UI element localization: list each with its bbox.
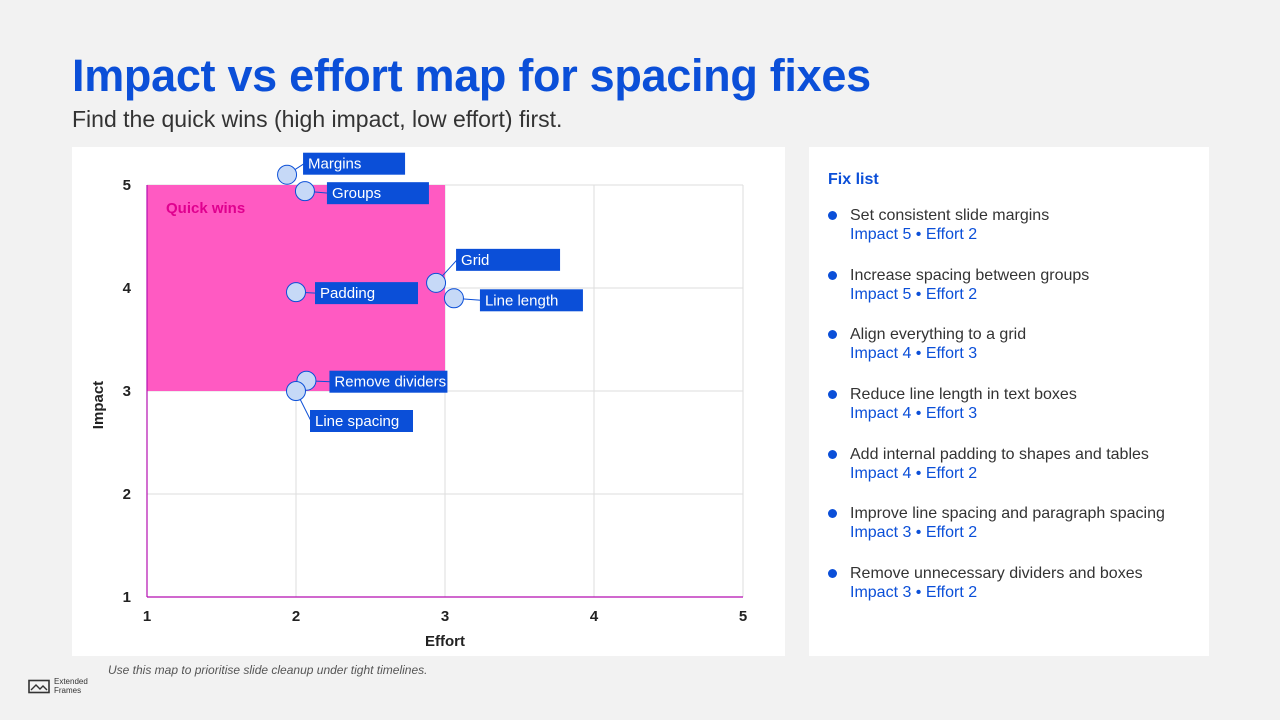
scatter-point — [443, 288, 464, 309]
bullet-icon — [828, 449, 837, 459]
x-tick-label: 5 — [739, 608, 747, 625]
logo: Extended Frames — [28, 677, 88, 695]
point-label: Grid — [461, 252, 489, 269]
bullet-icon — [828, 270, 837, 280]
fix-list: Set consistent slide margins Impact 5 • … — [828, 206, 1198, 624]
x-tick-label: 3 — [441, 608, 449, 625]
y-tick-label: 1 — [123, 589, 131, 606]
x-axis-title: Effort — [425, 633, 465, 650]
frames-logo-icon — [28, 679, 50, 693]
scatter-point — [286, 381, 306, 401]
impact-effort-chart: Quick wins 1 2 3 4 5 1 2 3 4 5 Effort Impact Margins G… — [90, 152, 747, 650]
list-item: Increase spacing between groups Impact 5… — [828, 266, 1198, 326]
fix-text: Increase spacing between groups — [850, 266, 1090, 284]
logo-line-1: Extended — [54, 677, 88, 686]
logo-text: Extended Frames — [54, 677, 88, 695]
point-label: Line length — [485, 292, 558, 309]
fix-meta: Impact 5 • Effort 2 — [850, 285, 978, 303]
point-label: Groups — [332, 185, 381, 202]
point-label: Remove dividers — [334, 374, 446, 391]
y-axis-title: Impact — [90, 381, 107, 429]
fix-text: Align everything to a grid — [850, 326, 1027, 344]
y-tick-label: 3 — [123, 383, 131, 400]
quick-wins-label: Quick wins — [166, 200, 245, 217]
x-tick-label: 2 — [292, 608, 300, 625]
logo-line-2: Frames — [54, 686, 82, 695]
page-title: Impact vs effort map for spacing fixes — [72, 50, 871, 101]
fix-text: Improve line spacing and paragraph spaci… — [850, 505, 1165, 523]
fix-meta: Impact 4 • Effort 2 — [850, 464, 978, 482]
footnote: Use this map to prioritise slide cleanup… — [108, 663, 428, 677]
bullet-icon — [828, 390, 837, 400]
scatter-point — [277, 164, 298, 185]
point-label: Margins — [308, 156, 361, 173]
fix-meta: Impact 5 • Effort 2 — [850, 226, 978, 243]
x-tick-label: 4 — [590, 608, 599, 625]
y-tick-label: 2 — [123, 486, 131, 503]
list-item: Align everything to a grid Impact 4 • Ef… — [828, 325, 1198, 385]
bullet-icon — [828, 211, 837, 220]
bullet-icon — [828, 330, 837, 340]
list-item: Add internal padding to shapes and table… — [828, 445, 1198, 505]
list-item: Remove unnecessary dividers and boxes Im… — [828, 564, 1198, 624]
bullet-icon — [828, 509, 837, 519]
list-item: Set consistent slide margins Impact 5 • … — [828, 206, 1198, 266]
fix-list-card: Fix list Set consistent slide margins Im… — [809, 147, 1209, 656]
point-label: Padding — [320, 285, 375, 302]
page-subtitle: Find the quick wins (high impact, low ef… — [72, 106, 563, 132]
scatter-point — [294, 181, 315, 202]
y-tick-label: 4 — [123, 280, 132, 297]
scatter-point — [426, 272, 447, 293]
scatter-point — [286, 282, 306, 303]
fix-meta: Impact 4 • Effort 3 — [850, 345, 978, 363]
fix-text: Set consistent slide margins — [850, 207, 1050, 224]
x-tick-label: 1 — [143, 608, 151, 625]
list-item: Improve line spacing and paragraph spaci… — [828, 504, 1198, 564]
fix-meta: Impact 3 • Effort 2 — [850, 584, 978, 602]
fix-list-heading: Fix list — [828, 171, 879, 188]
fix-text: Add internal padding to shapes and table… — [850, 445, 1149, 463]
bullet-icon — [828, 569, 837, 579]
fix-text: Remove unnecessary dividers and boxes — [850, 565, 1143, 583]
list-item: Reduce line length in text boxes Impact … — [828, 385, 1198, 445]
y-tick-label: 5 — [123, 177, 131, 194]
fix-meta: Impact 4 • Effort 3 — [850, 405, 978, 423]
fix-text: Reduce line length in text boxes — [850, 386, 1077, 404]
point-label: Line spacing — [315, 413, 399, 430]
fix-meta: Impact 3 • Effort 2 — [850, 524, 978, 542]
chart-card: Quick wins 1 2 3 4 5 1 2 3 4 5 Effort Impact Margins G… — [72, 147, 785, 656]
